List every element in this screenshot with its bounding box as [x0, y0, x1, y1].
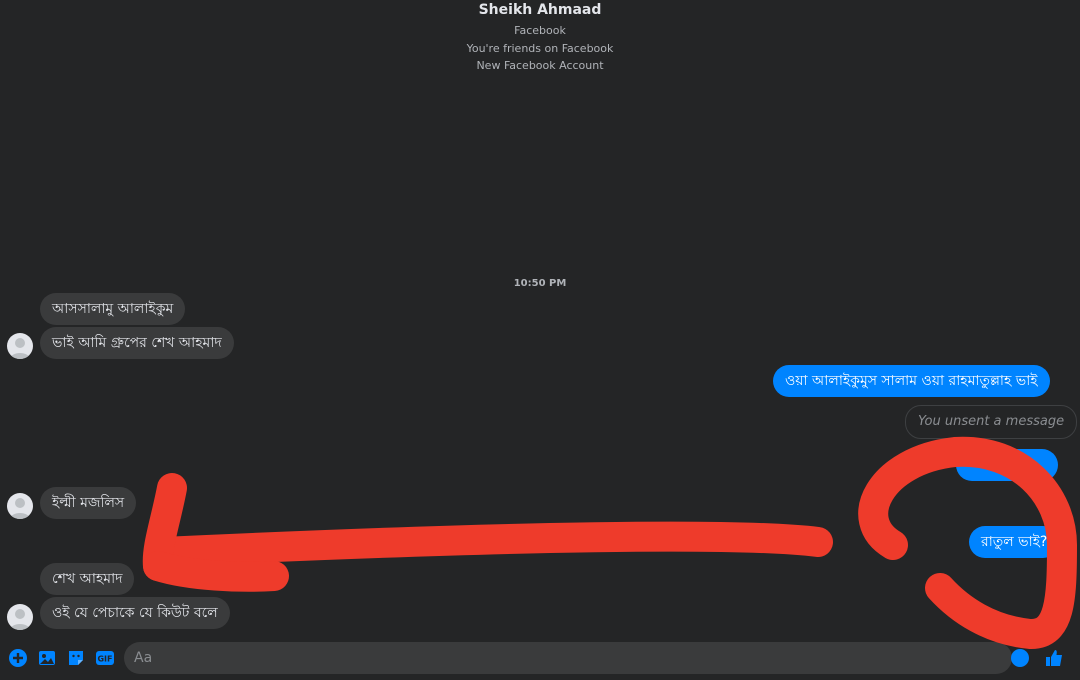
incoming-message[interactable]: ইল্মী মজলিস	[40, 487, 137, 519]
avatar-silhouette-icon	[10, 338, 30, 359]
outgoing-message-hidden[interactable]	[956, 449, 1058, 481]
avatar-silhouette-icon	[10, 498, 30, 519]
outgoing-message[interactable]: রাতুল ভাই?	[969, 526, 1060, 558]
annotation-arrow-head-lower	[143, 551, 289, 592]
photo-icon[interactable]	[37, 648, 57, 668]
message-input[interactable]: Aa	[124, 642, 1012, 674]
gif-label: GIF	[97, 655, 112, 664]
outgoing-message[interactable]: ওয়া আলাইকুমুস সালাম ওয়া রাহমাতুল্লাহ ভ…	[773, 365, 1050, 397]
message-timestamp: 10:50 PM	[513, 278, 567, 289]
incoming-message[interactable]: ওই যে পেচাকে যে কিউট বলে	[40, 597, 230, 629]
like-icon[interactable]	[1044, 648, 1064, 668]
incoming-message[interactable]: আসসালামু আলাইকুম	[40, 293, 186, 325]
annotation-arrow-head-upper	[142, 473, 187, 581]
contact-name[interactable]: Sheikh Ahmaad	[0, 2, 1080, 18]
contact-avatar[interactable]	[7, 604, 33, 630]
unsent-message-notice: You unsent a message	[905, 405, 1078, 439]
contact-avatar[interactable]	[7, 333, 33, 359]
contact-avatar[interactable]	[7, 493, 33, 519]
plus-icon[interactable]	[8, 648, 28, 668]
avatar-silhouette-icon	[10, 609, 30, 630]
account-note: New Facebook Account	[476, 59, 604, 72]
sticker-icon[interactable]	[66, 648, 86, 668]
platform-label: Facebook	[514, 24, 566, 37]
emoji-icon[interactable]	[1010, 648, 1030, 668]
annotation-arrow-shaft	[147, 521, 833, 567]
message-input-placeholder: Aa	[134, 650, 153, 666]
incoming-message[interactable]: ভাই আমি গ্রুপের শেখ আহমাদ	[40, 327, 234, 359]
gif-icon[interactable]: GIF	[95, 648, 115, 668]
incoming-message[interactable]: শেখ আহমাদ	[40, 563, 135, 595]
friend-status: You're friends on Facebook	[466, 42, 614, 55]
